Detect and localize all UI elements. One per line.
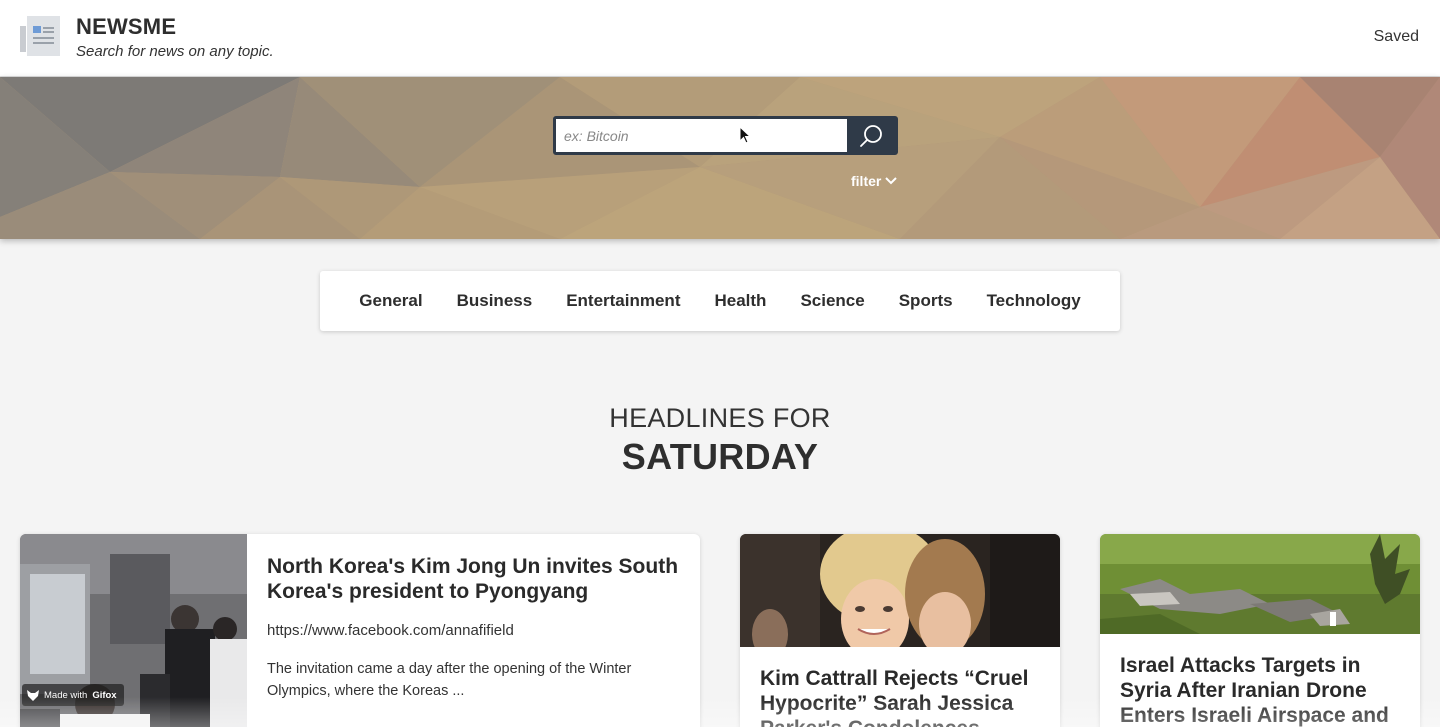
filter-toggle[interactable]: filter: [851, 173, 898, 189]
category-nav: General Business Entertainment Health Sc…: [320, 271, 1120, 331]
article-title[interactable]: North Korea's Kim Jong Un invites South …: [267, 554, 687, 604]
article-card[interactable]: Israel Attacks Targets in Syria After Ir…: [1100, 534, 1420, 727]
headline-prefix: HEADLINES FOR: [609, 403, 831, 433]
category-health[interactable]: Health: [714, 291, 766, 311]
search-button[interactable]: [847, 119, 895, 152]
mouse-cursor-icon: [739, 126, 751, 144]
article-title[interactable]: Israel Attacks Targets in Syria After Ir…: [1120, 653, 1410, 727]
hero-banner: filter: [0, 77, 1440, 239]
category-business[interactable]: Business: [457, 291, 533, 311]
article-image[interactable]: [1100, 534, 1420, 634]
gifox-badge: Made with Gifox: [22, 684, 124, 706]
search-box: [553, 116, 898, 155]
chevron-down-icon: [885, 177, 898, 185]
article-source: https://www.facebook.com/annafifield: [267, 622, 514, 639]
article-photo: [1100, 534, 1420, 634]
category-entertainment[interactable]: Entertainment: [566, 291, 680, 311]
filter-label: filter: [851, 173, 882, 189]
search-input[interactable]: [556, 119, 847, 152]
article-title[interactable]: Kim Cattrall Rejects “Cruel Hypocrite” S…: [760, 666, 1050, 727]
category-general[interactable]: General: [359, 291, 422, 311]
article-description: The invitation came a day after the open…: [267, 661, 632, 699]
category-sports[interactable]: Sports: [899, 291, 953, 311]
gifox-badge-prefix: Made with: [44, 689, 88, 701]
fox-icon: [27, 689, 39, 701]
saved-link[interactable]: Saved: [1374, 28, 1419, 46]
category-technology[interactable]: Technology: [987, 291, 1081, 311]
hero-background: [0, 77, 1440, 239]
category-science[interactable]: Science: [800, 291, 864, 311]
article-image[interactable]: [740, 534, 1060, 647]
gifox-badge-brand: Gifox: [92, 689, 117, 701]
article-photo: [740, 534, 1060, 647]
article-card[interactable]: Kim Cattrall Rejects “Cruel Hypocrite” S…: [740, 534, 1060, 727]
brand-title[interactable]: NEWSME: [76, 14, 176, 40]
brand-tagline: Search for news on any topic.: [76, 43, 274, 60]
newspaper-icon[interactable]: [20, 16, 60, 56]
headline-day: SATURDAY: [621, 436, 819, 477]
search-icon: [860, 124, 882, 147]
top-bar: NEWSME Search for news on any topic. Sav…: [0, 0, 1440, 77]
